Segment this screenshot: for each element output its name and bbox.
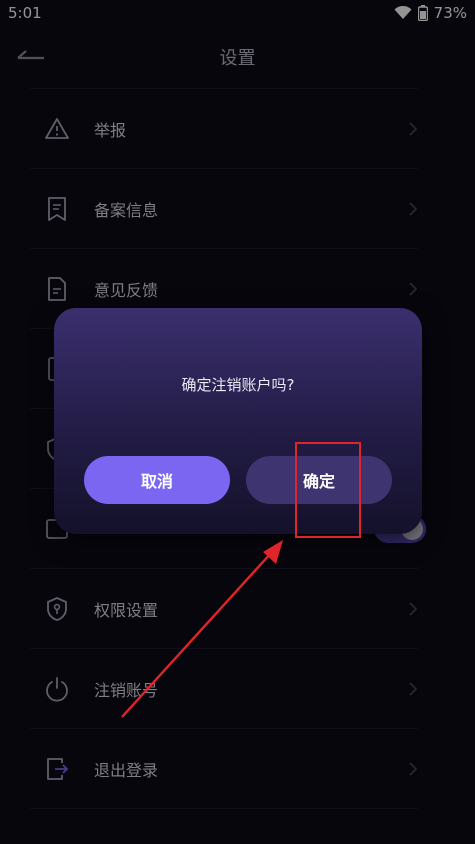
annotation-highlight-box — [295, 442, 361, 538]
cancel-button[interactable]: 取消 — [84, 456, 230, 504]
dialog-message: 确定注销账户吗? — [181, 376, 295, 394]
confirm-dialog: 确定注销账户吗? 取消 确定 — [54, 308, 422, 534]
